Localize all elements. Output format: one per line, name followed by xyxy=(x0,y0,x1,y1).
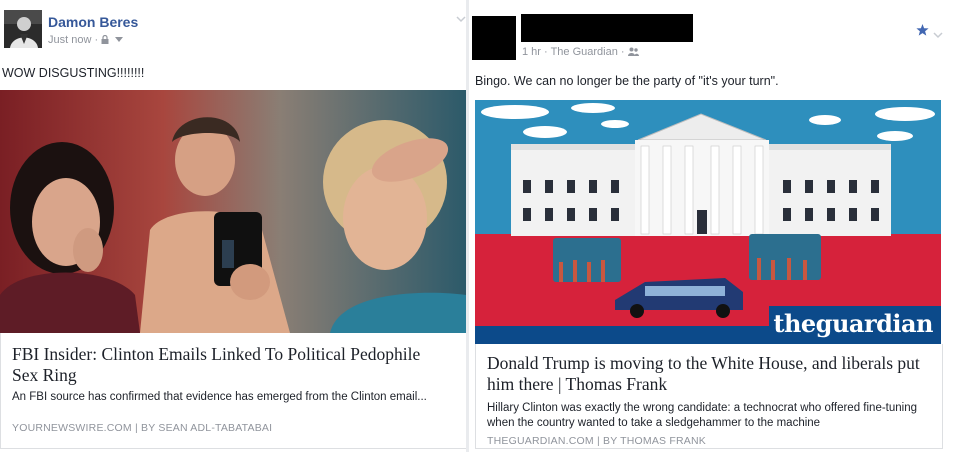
friends-icon xyxy=(627,46,639,58)
page-name[interactable]: The Guardian xyxy=(551,46,618,58)
link-image[interactable] xyxy=(0,90,466,333)
avatar[interactable] xyxy=(4,10,42,48)
guardian-logo: theguardian xyxy=(773,309,933,338)
right-post: 1 hr · The Guardian · Bingo. We can no l… xyxy=(469,0,960,452)
left-post: Damon Beres Just now · WOW DISGUSTING!!!… xyxy=(0,0,468,452)
post-options-chevron-icon[interactable] xyxy=(456,10,466,28)
post-text: WOW DISGUSTING!!!!!!!! xyxy=(2,66,145,80)
link-description: Hillary Clinton was exactly the wrong ca… xyxy=(487,402,917,429)
post-meta: 1 hr · The Guardian · xyxy=(522,46,639,58)
link-title[interactable]: FBI Insider: Clinton Emails Linked To Po… xyxy=(12,344,432,386)
chevron-down-icon[interactable] xyxy=(112,34,124,46)
timestamp[interactable]: Just now xyxy=(48,34,91,46)
chevron-down-icon[interactable] xyxy=(933,26,943,44)
timestamp[interactable]: 1 hr xyxy=(522,46,541,58)
redacted-author-name xyxy=(521,14,693,42)
lock-icon xyxy=(101,34,112,46)
link-preview-card[interactable]: FBI Insider: Clinton Emails Linked To Po… xyxy=(0,333,468,449)
link-source: THEGUARDIAN.COM | BY THOMAS FRANK xyxy=(487,435,706,447)
link-description: An FBI source has confirmed that evidenc… xyxy=(12,391,427,403)
link-source: YOURNEWSWIRE.COM | BY SEAN ADL-TABATABAI xyxy=(12,422,273,434)
author-name[interactable]: Damon Beres xyxy=(48,14,138,30)
star-icon[interactable] xyxy=(916,23,929,41)
link-preview-card[interactable]: Donald Trump is moving to the White Hous… xyxy=(475,344,943,449)
post-text: Bingo. We can no longer be the party of … xyxy=(475,74,779,88)
link-image[interactable]: theguardian xyxy=(475,100,941,344)
link-title[interactable]: Donald Trump is moving to the White Hous… xyxy=(487,353,927,395)
post-meta: Just now · xyxy=(48,34,124,46)
redacted-avatar[interactable] xyxy=(472,16,516,60)
